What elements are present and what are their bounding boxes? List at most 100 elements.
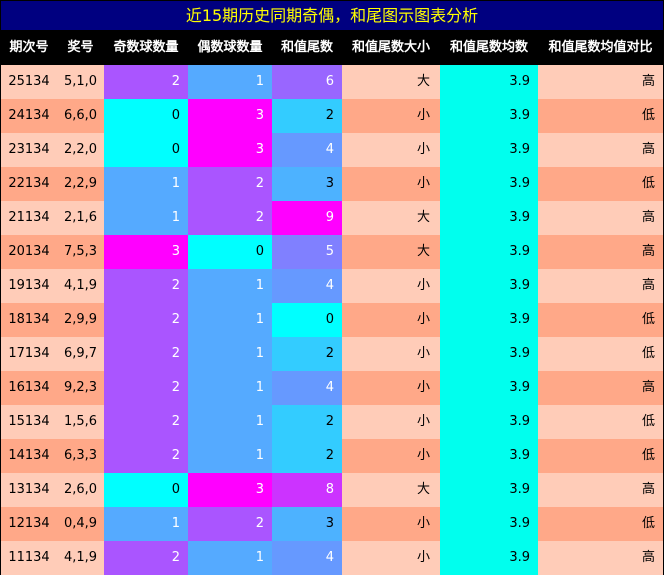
odd-count-cell: 2 [104,439,188,473]
even-count-cell: 2 [188,167,272,201]
issue-cell: 16134 [1,371,57,405]
numbers-cell: 2,9,9 [57,303,104,337]
even-count-cell: 1 [188,439,272,473]
numbers-column-header: 奖号 [67,40,94,55]
sum-tail-cell: 3 [272,507,342,541]
table-row: 17134 6,9,7 2 1 2 小 3.9 低 [1,337,663,371]
table-row: 23134 2,2,0 0 3 4 小 3.9 高 [1,133,663,167]
sum-tail-column-header: 和值尾数 [280,40,333,55]
issue-cell: 18134 [1,303,57,337]
table-row: 18134 2,9,9 2 1 0 小 3.9 低 [1,303,663,337]
table-row: 12134 0,4,9 1 2 3 小 3.9 低 [1,507,663,541]
tail-size-cell: 小 [342,269,440,303]
numbers-cell: 9,2,3 [57,371,104,405]
tail-average-cell: 3.9 [440,167,538,201]
even-count-cell: 1 [188,337,272,371]
table-row: 24134 6,6,0 0 3 2 小 3.9 低 [1,99,663,133]
sum-tail-cell: 4 [272,269,342,303]
sum-tail-cell: 2 [272,439,342,473]
issue-cell: 25134 [1,65,57,99]
average-compare-cell: 低 [538,99,663,133]
average-compare-column-header: 和值尾数均值对比 [548,40,653,55]
even-count-cell: 0 [188,235,272,269]
table-row: 25134 5,1,0 2 1 6 大 3.9 高 [1,65,663,99]
numbers-cell: 1,5,6 [57,405,104,439]
sum-tail-cell: 5 [272,235,342,269]
tail-average-cell: 3.9 [440,303,538,337]
table-row: 14134 6,3,3 2 1 2 小 3.9 低 [1,439,663,473]
issue-cell: 14134 [1,439,57,473]
even-count-cell: 1 [188,65,272,99]
average-compare-cell: 低 [538,167,663,201]
even-count-cell: 1 [188,303,272,337]
sum-tail-cell: 0 [272,303,342,337]
tail-size-cell: 小 [342,439,440,473]
table-row: 21134 2,1,6 1 2 9 大 3.9 高 [1,201,663,235]
even-count-cell: 1 [188,541,272,575]
tail-size-cell: 小 [342,405,440,439]
issue-cell: 20134 [1,235,57,269]
even-count-cell: 3 [188,99,272,133]
average-compare-cell: 低 [538,507,663,541]
numbers-cell: 2,1,6 [57,201,104,235]
tail-average-cell: 3.9 [440,405,538,439]
table-row: 15134 1,5,6 2 1 2 小 3.9 低 [1,405,663,439]
table-row: 20134 7,5,3 3 0 5 大 3.9 高 [1,235,663,269]
tail-average-cell: 3.9 [440,541,538,575]
even-count-cell: 1 [188,405,272,439]
average-compare-cell: 高 [538,371,663,405]
sum-tail-cell: 4 [272,541,342,575]
analysis-table: 近15期历史同期奇偶，和尾图示图表分析 期次号 奖号 奇数球数量 偶数球数量 和值尾数 和… [0,0,664,575]
even-count-cell: 1 [188,269,272,303]
table-header: 期次号 奖号 奇数球数量 偶数球数量 和值尾数 和值尾数大小 和值尾数均数 和值尾数均值对比 [1,30,663,65]
issue-cell: 11134 [1,541,57,575]
numbers-cell: 6,3,3 [57,439,104,473]
numbers-cell: 4,1,9 [57,269,104,303]
issue-column-header: 期次号 [9,40,49,55]
average-compare-cell: 高 [538,201,663,235]
numbers-cell: 2,2,0 [57,133,104,167]
numbers-cell: 4,1,9 [57,541,104,575]
numbers-cell: 5,1,0 [57,65,104,99]
odd-count-cell: 0 [104,99,188,133]
tail-size-cell: 小 [342,337,440,371]
issue-cell: 24134 [1,99,57,133]
numbers-cell: 0,4,9 [57,507,104,541]
tail-size-cell: 小 [342,303,440,337]
issue-cell: 17134 [1,337,57,371]
issue-cell: 19134 [1,269,57,303]
odd-count-cell: 2 [104,337,188,371]
odd-count-cell: 2 [104,65,188,99]
tail-average-cell: 3.9 [440,99,538,133]
tail-average-cell: 3.9 [440,473,538,507]
numbers-cell: 6,9,7 [57,337,104,371]
sum-tail-cell: 4 [272,133,342,167]
issue-cell: 15134 [1,405,57,439]
sum-tail-cell: 3 [272,167,342,201]
issue-cell: 22134 [1,167,57,201]
numbers-cell: 7,5,3 [57,235,104,269]
average-compare-cell: 高 [538,541,663,575]
tail-average-cell: 3.9 [440,439,538,473]
sum-tail-cell: 9 [272,201,342,235]
tail-size-cell: 大 [342,65,440,99]
tail-average-cell: 3.9 [440,201,538,235]
sum-tail-cell: 6 [272,65,342,99]
average-compare-cell: 高 [538,473,663,507]
even-count-column-header: 偶数球数量 [197,40,263,55]
average-compare-cell: 高 [538,235,663,269]
issue-cell: 13134 [1,473,57,507]
odd-count-cell: 1 [104,507,188,541]
odd-count-cell: 2 [104,303,188,337]
tail-average-cell: 3.9 [440,65,538,99]
odd-count-cell: 3 [104,235,188,269]
tail-size-column-header: 和值尾数大小 [351,40,430,55]
odd-count-cell: 2 [104,405,188,439]
tail-size-cell: 小 [342,507,440,541]
sum-tail-cell: 8 [272,473,342,507]
table-title: 近15期历史同期奇偶，和尾图示图表分析 [1,1,663,30]
numbers-cell: 2,6,0 [57,473,104,507]
even-count-cell: 2 [188,201,272,235]
tail-size-cell: 小 [342,167,440,201]
tail-size-cell: 小 [342,371,440,405]
